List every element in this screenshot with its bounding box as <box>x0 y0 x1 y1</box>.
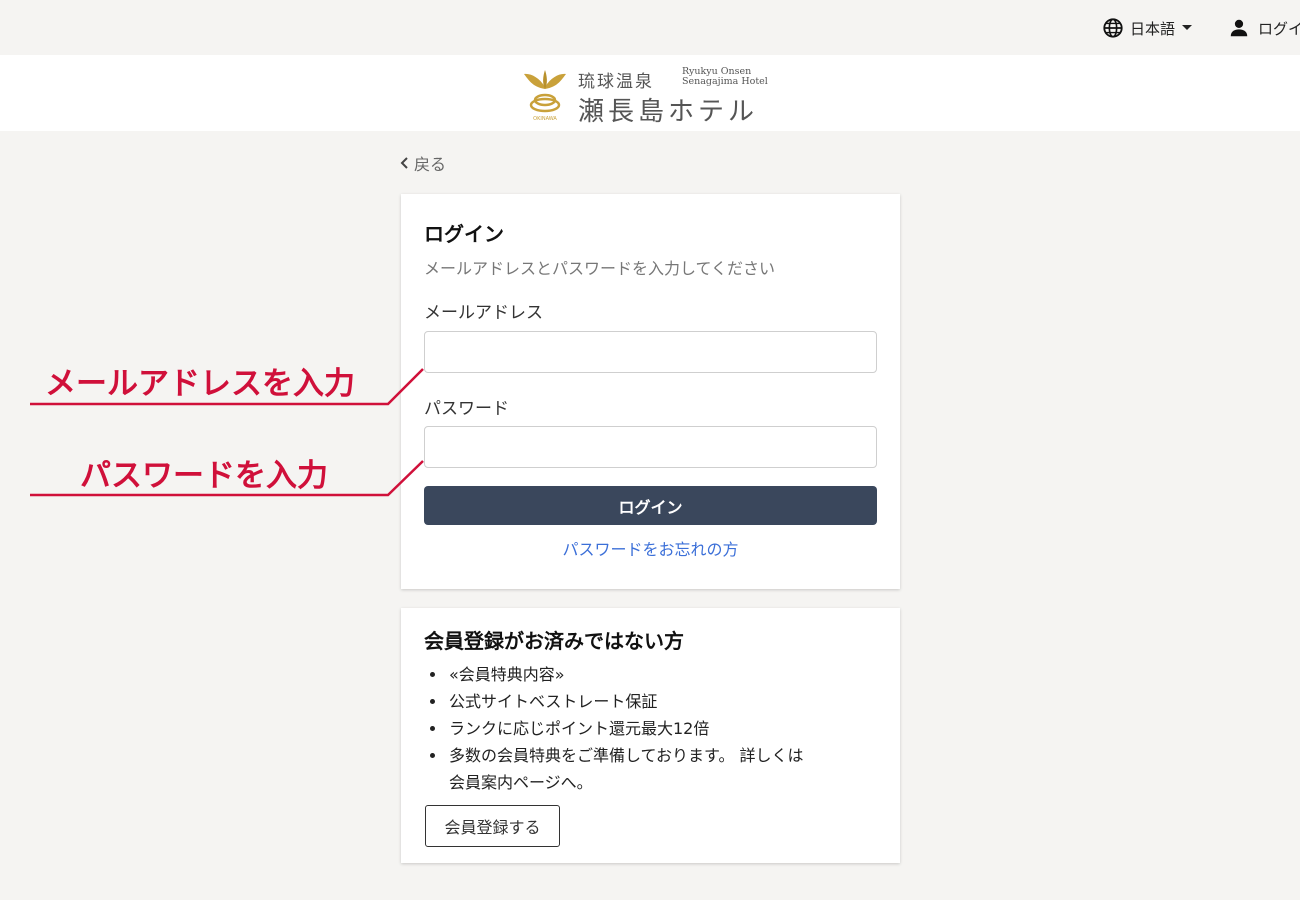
password-annotation: パスワードを入力 <box>80 458 328 494</box>
login-subtitle: メールアドレスとパスワードを入力してください <box>424 259 776 278</box>
forgot-password-link[interactable]: パスワードをお忘れの方 <box>401 536 900 560</box>
register-button[interactable]: 会員登録する <box>425 805 560 847</box>
list-item-continued: 会員案内ページへ。 <box>449 773 593 792</box>
logo-text: 琉球温泉 Ryukyu Onsen Senagajima Hotel 瀬長島ホテ… <box>578 67 778 128</box>
caret-down-icon <box>1182 25 1193 30</box>
list-item: 公式サイトベストレート保証 <box>430 688 869 715</box>
password-label: パスワード <box>424 399 509 419</box>
logo-subtitle-en: Ryukyu Onsen Senagajima Hotel <box>682 67 782 87</box>
logo-subtitle-jp: 琉球温泉 <box>578 72 654 92</box>
top-utility-bar: 日本語 ログイン <box>0 0 1300 55</box>
logo-title-jp: 瀬長島ホテル <box>578 97 759 127</box>
back-label: 戻る <box>414 155 447 174</box>
hotel-logo[interactable]: OKINAWA 琉球温泉 Ryukyu Onsen Senagajima Hot… <box>522 67 782 128</box>
back-link[interactable]: 戻る <box>400 153 447 174</box>
email-label: メールアドレス <box>424 303 543 323</box>
email-annotation: メールアドレスを入力 <box>45 366 355 402</box>
member-register-card: 会員登録がお済みではない方 «会員特典内容» 公式サイトベストレート保証 ランク… <box>401 608 900 863</box>
login-card: ログイン メールアドレスとパスワードを入力してください メールアドレス パスワー… <box>401 194 900 589</box>
logo-mark-icon: OKINAWA <box>524 70 566 122</box>
list-item: 多数の会員特典をご準備しております。 詳しくは <box>430 742 869 769</box>
logo-mark-label: OKINAWA <box>533 116 557 122</box>
header-login-label: ログイン <box>1258 19 1300 38</box>
login-button[interactable]: ログイン <box>424 486 877 525</box>
member-title: 会員登録がお済みではない方 <box>424 629 684 653</box>
list-item: ランクに応じポイント還元最大12倍 <box>430 715 869 742</box>
list-item: «会員特典内容» <box>430 661 869 688</box>
login-title: ログイン <box>424 222 504 246</box>
chevron-left-icon <box>400 157 408 169</box>
email-field[interactable] <box>424 331 877 373</box>
language-selector[interactable]: 日本語 <box>1102 17 1193 39</box>
member-benefits-list: «会員特典内容» 公式サイトベストレート保証 ランクに応じポイント還元最大12倍… <box>430 661 869 796</box>
globe-icon <box>1103 18 1123 38</box>
password-field[interactable] <box>424 426 877 468</box>
user-icon <box>1230 19 1248 37</box>
header-login-link[interactable]: ログイン <box>1228 17 1300 39</box>
logo-en-line2: Senagajima Hotel <box>682 76 768 87</box>
language-label: 日本語 <box>1130 19 1176 38</box>
